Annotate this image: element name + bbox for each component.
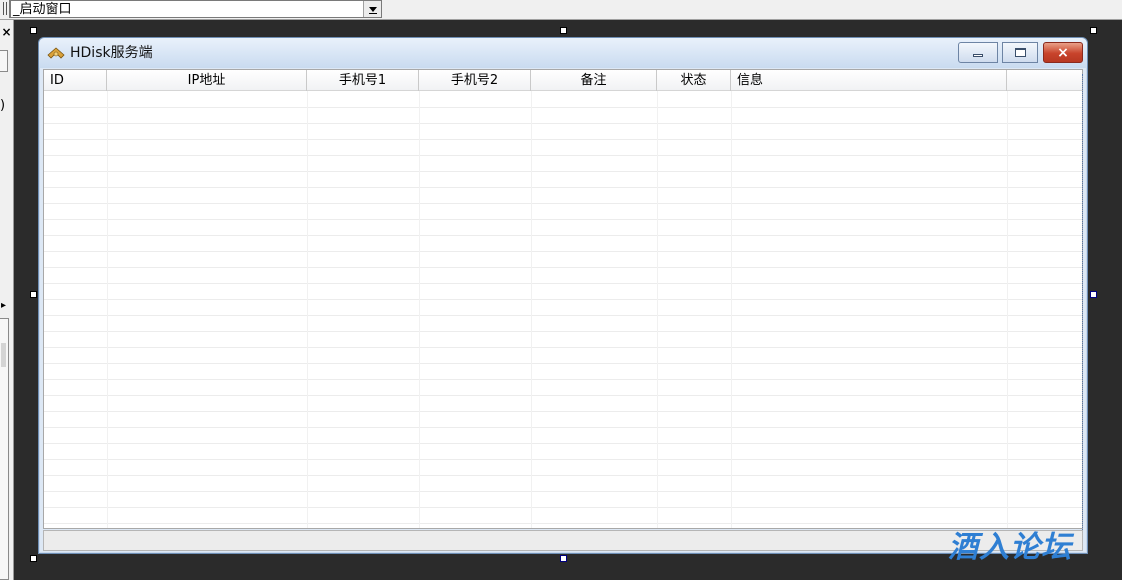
grid-column-line	[531, 91, 532, 528]
status-bar	[43, 530, 1083, 551]
close-button[interactable]: ×	[1043, 42, 1083, 63]
grid-row-line	[44, 235, 1082, 236]
grid-column-line	[731, 91, 732, 528]
column-header-info[interactable]: 信息	[731, 70, 1007, 91]
grid-row-line	[44, 411, 1082, 412]
list-header: ID IP地址 手机号1 手机号2 备注 状态 信息	[44, 70, 1082, 91]
combo-dropdown-button[interactable]	[363, 1, 381, 17]
column-header-id[interactable]: ID	[44, 70, 107, 91]
grid-row-line	[44, 107, 1082, 108]
grid-row-line	[44, 331, 1082, 332]
ide-left-panel: × ) ▸	[0, 20, 14, 580]
watermark-logo: 酒入论坛	[948, 530, 1072, 565]
chevron-down-icon	[368, 6, 377, 12]
panel-control[interactable]	[0, 50, 8, 72]
grid-column-line	[1007, 91, 1008, 528]
grid-row-line	[44, 363, 1082, 364]
grid-row-line	[44, 283, 1082, 284]
grid-row-line	[44, 299, 1082, 300]
column-header-filler	[1007, 70, 1082, 91]
column-header-note[interactable]: 备注	[531, 70, 657, 91]
grid-row-line	[44, 171, 1082, 172]
window-titlebar[interactable]: HDisk服务端 ×	[39, 38, 1087, 68]
grid-row-line	[44, 187, 1082, 188]
resize-handle-top-left[interactable]	[30, 27, 37, 34]
grid-row-line	[44, 427, 1082, 428]
grid-row-line	[44, 395, 1082, 396]
column-header-ip[interactable]: IP地址	[107, 70, 307, 91]
maximize-icon	[1014, 48, 1026, 57]
grid-row-line	[44, 459, 1082, 460]
grid-row-line	[44, 139, 1082, 140]
toolbar-left-stub	[0, 0, 10, 18]
grid-row-line	[44, 219, 1082, 220]
designed-form-window[interactable]: HDisk服务端 × ID IP地址 手机号1 手机号2 备注 状态 信息	[38, 37, 1088, 554]
grid-row-line	[44, 523, 1082, 524]
grid-column-line	[107, 91, 108, 528]
resize-handle-bottom[interactable]	[560, 555, 567, 562]
column-header-status[interactable]: 状态	[657, 70, 731, 91]
close-icon: ×	[1057, 44, 1069, 61]
resize-handle-top-right[interactable]	[1090, 27, 1097, 34]
window-selector-value: _启动窗口	[13, 2, 72, 17]
app-icon	[47, 47, 65, 59]
column-header-phone1[interactable]: 手机号1	[307, 70, 419, 91]
grid-row-line	[44, 347, 1082, 348]
resize-handle-bottom-left[interactable]	[30, 555, 37, 562]
grid-row-line	[44, 379, 1082, 380]
grid-row-line	[44, 203, 1082, 204]
minimize-button[interactable]	[958, 42, 998, 63]
panel-scrollbar[interactable]	[0, 318, 9, 580]
maximize-button[interactable]	[1002, 42, 1038, 63]
list-body[interactable]	[44, 91, 1082, 528]
grid-row-line	[44, 315, 1082, 316]
resize-handle-left[interactable]	[30, 291, 37, 298]
grid-column-line	[307, 91, 308, 528]
window-title: HDisk服务端	[70, 45, 153, 61]
resize-handle-right[interactable]	[1090, 291, 1097, 298]
client-list-view[interactable]: ID IP地址 手机号1 手机号2 备注 状态 信息	[43, 69, 1083, 529]
grid-row-line	[44, 251, 1082, 252]
grid-row-line	[44, 267, 1082, 268]
resize-handle-top[interactable]	[560, 27, 567, 34]
grid-column-line	[657, 91, 658, 528]
ide-toolbar-strip: _启动窗口	[0, 0, 1122, 20]
grid-row-line	[44, 123, 1082, 124]
close-icon[interactable]: ×	[0, 26, 13, 39]
column-header-phone2[interactable]: 手机号2	[419, 70, 531, 91]
grid-row-line	[44, 475, 1082, 476]
panel-paren-text: )	[0, 98, 6, 113]
grid-row-line	[44, 155, 1082, 156]
expand-arrow-icon[interactable]: ▸	[1, 300, 6, 311]
grid-row-line	[44, 443, 1082, 444]
grid-row-line	[44, 507, 1082, 508]
minimize-icon	[973, 54, 983, 57]
window-selector-combo[interactable]: _启动窗口	[10, 0, 382, 18]
grid-row-line	[44, 491, 1082, 492]
form-edge-guide	[1082, 74, 1083, 544]
grid-column-line	[419, 91, 420, 528]
